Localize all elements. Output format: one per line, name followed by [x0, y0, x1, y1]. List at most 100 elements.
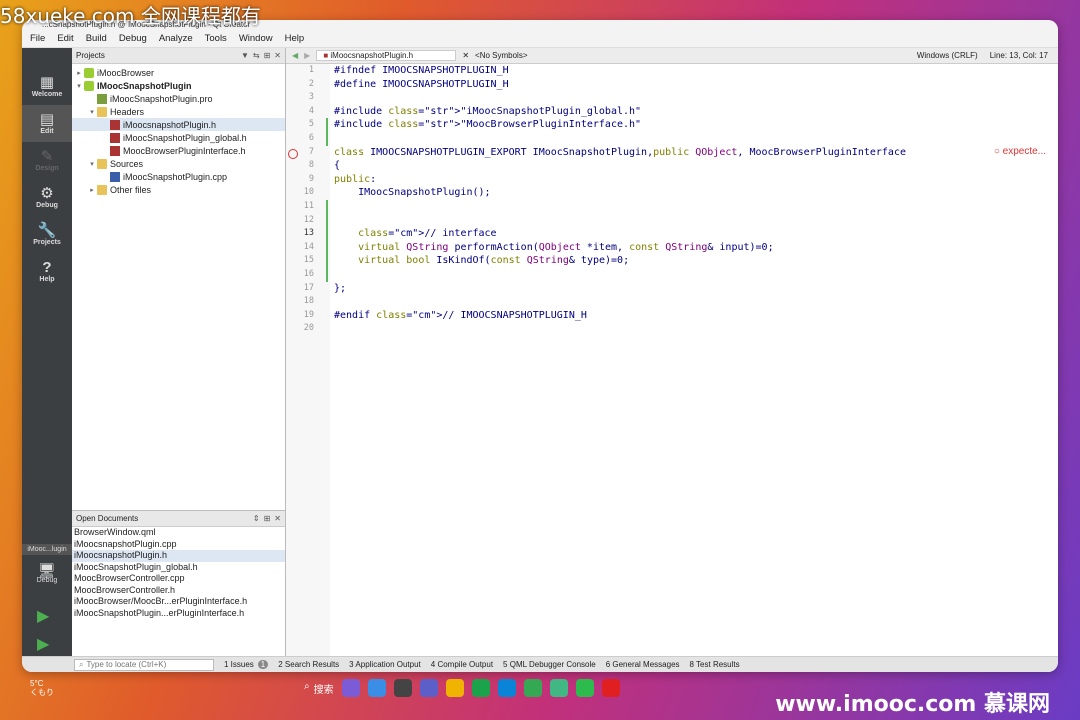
back-arrow-icon[interactable]: ◀: [292, 51, 298, 60]
code-line[interactable]: IMoocSnapshotPlugin();: [334, 186, 1058, 200]
code-line[interactable]: #ifndef IMOOCSNAPSHOTPLUGIN_H: [334, 64, 1058, 78]
code-line[interactable]: [334, 91, 1058, 105]
open-document-item[interactable]: MoocBrowserController.h: [72, 585, 285, 597]
code-line[interactable]: #define IMOOCSNAPSHOTPLUGIN_H: [334, 78, 1058, 92]
tree-item[interactable]: ▸ Other files: [72, 183, 285, 196]
cursor-position[interactable]: Line: 13, Col: 17: [990, 51, 1048, 60]
app-icon[interactable]: [367, 679, 386, 697]
error-hint[interactable]: ○ expecte...: [994, 146, 1046, 157]
code-line[interactable]: [334, 200, 1058, 214]
weather-widget[interactable]: 5°C くもり: [30, 679, 54, 697]
kit-selector[interactable]: iMooc...lugin 🖥 Debug: [22, 544, 72, 584]
close-file-icon[interactable]: ✕: [462, 51, 469, 60]
menu-debug[interactable]: Debug: [113, 33, 153, 44]
error-marker-icon[interactable]: [288, 149, 298, 159]
menu-window[interactable]: Window: [233, 33, 279, 44]
code-line[interactable]: };: [334, 282, 1058, 296]
browser-icon[interactable]: [497, 679, 516, 697]
output-tab[interactable]: 3 Application Output: [349, 660, 421, 669]
output-tab[interactable]: 2 Search Results: [278, 660, 339, 669]
open-document-item[interactable]: MoocBrowserController.cpp: [72, 573, 285, 585]
app-icon[interactable]: [393, 679, 412, 697]
app-icon[interactable]: [575, 679, 594, 697]
mode-debug[interactable]: ⚙ Debug: [22, 179, 72, 216]
menu-help[interactable]: Help: [279, 33, 311, 44]
code-line[interactable]: class="cm">// interface: [334, 227, 1058, 241]
code-line[interactable]: [334, 268, 1058, 282]
browser-icon[interactable]: [523, 679, 542, 697]
code-line[interactable]: [334, 295, 1058, 309]
projects-panel-title[interactable]: Projects: [76, 51, 105, 60]
open-document-item[interactable]: iMoocSnapshotPlugin_global.h: [72, 562, 285, 574]
mode-edit[interactable]: ▤ Edit: [22, 105, 72, 142]
tree-item[interactable]: MoocBrowserPluginInterface.h: [72, 144, 285, 157]
folder-icon[interactable]: [445, 679, 464, 697]
tree-item[interactable]: ▾ Sources: [72, 157, 285, 170]
tree-item[interactable]: iMoocsnapshotPlugin.h: [72, 118, 285, 131]
menu-edit[interactable]: Edit: [51, 33, 79, 44]
forward-arrow-icon[interactable]: ▶: [304, 51, 310, 60]
debug-run-icon[interactable]: ▶: [37, 634, 49, 654]
mode-help[interactable]: ? Help: [22, 253, 72, 290]
symbol-selector[interactable]: <No Symbols>: [475, 51, 735, 60]
open-document-item[interactable]: iMoocSnapshotPlugin...erPluginInterface.…: [72, 608, 285, 620]
expand-arrow-icon[interactable]: ▾: [87, 108, 97, 116]
tree-item[interactable]: iMoocSnapshotPlugin_global.h: [72, 131, 285, 144]
updown-icon[interactable]: ⇕: [253, 514, 260, 523]
code-line[interactable]: [334, 214, 1058, 228]
split-icon[interactable]: ⊞: [264, 514, 271, 523]
line-ending-selector[interactable]: Windows (CRLF): [917, 51, 978, 60]
app-icon[interactable]: [419, 679, 438, 697]
code-line[interactable]: virtual QString performAction(QObject *i…: [334, 241, 1058, 255]
output-tab[interactable]: 8 Test Results: [690, 660, 740, 669]
taskbar-search[interactable]: ⌕ 搜索: [304, 681, 334, 696]
open-document-item[interactable]: iMoocsnapshotPlugin.h: [72, 550, 285, 562]
menu-file[interactable]: File: [22, 33, 51, 44]
mode-welcome[interactable]: ▦ Welcome: [22, 68, 72, 105]
output-tab[interactable]: 6 General Messages: [606, 660, 680, 669]
open-document-item[interactable]: iMoocBrowser/MoocBr...erPluginInterface.…: [72, 596, 285, 608]
code-line[interactable]: [334, 132, 1058, 146]
open-document-item[interactable]: iMoocsnapshotPlugin.cpp: [72, 539, 285, 551]
menu-analyze[interactable]: Analyze: [153, 33, 199, 44]
split-icon[interactable]: ⊞: [264, 51, 271, 60]
tree-item[interactable]: iMoocSnapshotPlugin.pro: [72, 92, 285, 105]
tree-item[interactable]: ▸ iMoocBrowser: [72, 66, 285, 79]
code-line[interactable]: #endif class="cm">// IMOOCSNAPSHOTPLUGIN…: [334, 309, 1058, 323]
code-line[interactable]: public:: [334, 173, 1058, 187]
code-line[interactable]: {: [334, 159, 1058, 173]
file-selector[interactable]: ■ iMoocsnapshotPlugin.h: [316, 50, 457, 61]
tree-item[interactable]: ▾ IMoocSnapshotPlugin: [72, 79, 285, 92]
app-icon[interactable]: [549, 679, 568, 697]
code-line[interactable]: #include class="str">"iMoocSnapshotPlugi…: [334, 105, 1058, 119]
app-icon[interactable]: [471, 679, 490, 697]
menu-tools[interactable]: Tools: [199, 33, 233, 44]
collapse-arrow-icon[interactable]: ▸: [87, 186, 97, 194]
tree-item[interactable]: ▾ Headers: [72, 105, 285, 118]
tree-item[interactable]: iMoocSnapshotPlugin.cpp: [72, 170, 285, 183]
expand-arrow-icon[interactable]: ▾: [87, 160, 97, 168]
mode-design[interactable]: ✎ Design: [22, 142, 72, 179]
expand-arrow-icon[interactable]: ▾: [74, 82, 84, 90]
sync-icon[interactable]: ⇆: [253, 51, 260, 60]
close-icon[interactable]: ✕: [274, 514, 281, 523]
code-line[interactable]: virtual bool IsKindOf(const QString& typ…: [334, 254, 1058, 268]
open-documents-title[interactable]: Open Documents: [76, 514, 138, 523]
close-icon[interactable]: ✕: [274, 51, 281, 60]
app-icon[interactable]: [601, 679, 620, 697]
filter-icon[interactable]: ▼: [241, 51, 249, 60]
app-icon[interactable]: [341, 679, 360, 697]
run-icon[interactable]: ▶: [37, 606, 49, 626]
locator[interactable]: ⌕: [74, 658, 214, 671]
output-tab[interactable]: 4 Compile Output: [431, 660, 493, 669]
code-line[interactable]: #include class="str">"MoocBrowserPluginI…: [334, 118, 1058, 132]
locator-input[interactable]: [86, 660, 207, 669]
mode-projects[interactable]: 🔧 Projects: [22, 216, 72, 253]
code-line[interactable]: class IMOOCSNAPSHOTPLUGIN_EXPORT IMoocSn…: [334, 146, 1058, 160]
menu-build[interactable]: Build: [80, 33, 113, 44]
collapse-arrow-icon[interactable]: ▸: [74, 69, 84, 77]
output-tab[interactable]: 5 QML Debugger Console: [503, 660, 596, 669]
open-document-item[interactable]: BrowserWindow.qml: [72, 527, 285, 539]
code-line[interactable]: [334, 322, 1058, 336]
output-tab[interactable]: 1 Issues: [224, 660, 254, 669]
